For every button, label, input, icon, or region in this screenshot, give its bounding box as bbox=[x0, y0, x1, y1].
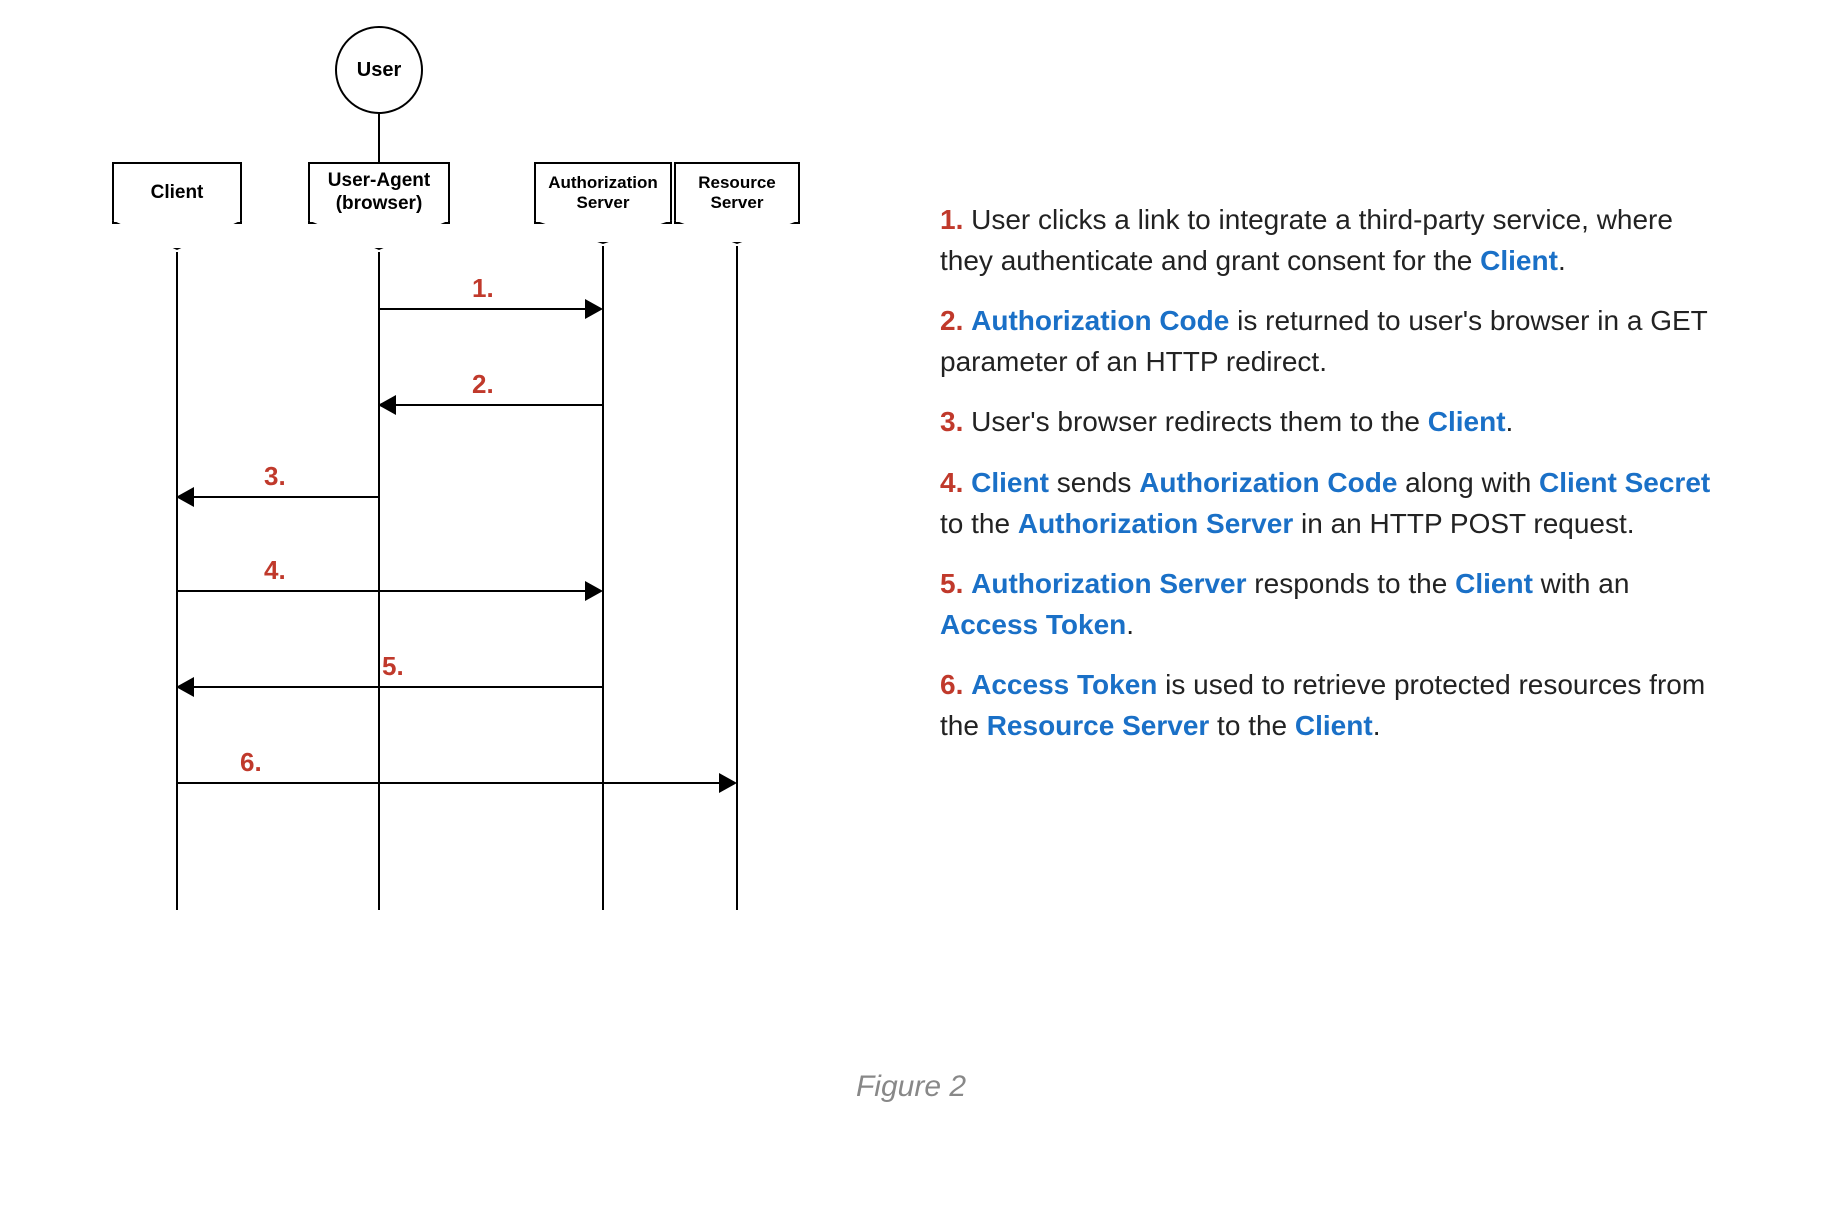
actor-user-stem bbox=[378, 114, 380, 162]
lifeline-user-agent bbox=[378, 252, 380, 910]
desc-2-num: 2. bbox=[940, 305, 963, 336]
arrow-step-5 bbox=[178, 686, 602, 688]
desc-2-authcode: Authorization Code bbox=[971, 305, 1229, 336]
desc-step-6: 6. Access Token is used to retrieve prot… bbox=[940, 665, 1722, 746]
step-3-label: 3. bbox=[264, 461, 286, 492]
resource-server-label-1: Resource bbox=[698, 173, 775, 193]
desc-1-num: 1. bbox=[940, 204, 963, 235]
desc-4-authcode: Authorization Code bbox=[1139, 467, 1397, 498]
desc-step-2: 2. Authorization Code is returned to use… bbox=[940, 301, 1722, 382]
resource-server-label-2: Server bbox=[698, 193, 775, 213]
arrow-step-6 bbox=[177, 782, 735, 784]
arrow-step-1 bbox=[379, 308, 601, 310]
desc-3-client: Client bbox=[1428, 406, 1506, 437]
desc-step-1: 1. User clicks a link to integrate a thi… bbox=[940, 200, 1722, 281]
desc-3-num: 3. bbox=[940, 406, 963, 437]
desc-6-num: 6. bbox=[940, 669, 963, 700]
user-agent-label-1: User-Agent bbox=[328, 170, 430, 193]
desc-5-authserver: Authorization Server bbox=[971, 568, 1246, 599]
description-panel: 1. User clicks a link to integrate a thi… bbox=[920, 20, 1782, 920]
desc-4-clientsecret: Client Secret bbox=[1539, 467, 1710, 498]
step-4-label: 4. bbox=[264, 555, 286, 586]
arrow-step-2 bbox=[380, 404, 602, 406]
lifeline-resource-server bbox=[736, 246, 738, 910]
desc-step-3: 3. User's browser redirects them to the … bbox=[940, 402, 1722, 443]
lifeline-client bbox=[176, 252, 178, 910]
lifeline-head-user-agent: User-Agent (browser) bbox=[308, 162, 450, 224]
step-5-label: 5. bbox=[382, 651, 404, 682]
desc-1-client: Client bbox=[1480, 245, 1558, 276]
figure-caption: Figure 2 bbox=[0, 1070, 1822, 1104]
lifeline-auth-server bbox=[602, 246, 604, 910]
lifeline-head-auth-server: Authorization Server bbox=[534, 162, 672, 224]
arrow-step-3 bbox=[178, 496, 378, 498]
desc-5-num: 5. bbox=[940, 568, 963, 599]
desc-5-accesstoken: Access Token bbox=[940, 609, 1126, 640]
step-6-label: 6. bbox=[240, 747, 262, 778]
client-label: Client bbox=[151, 182, 204, 205]
step-1-label: 1. bbox=[472, 273, 494, 304]
desc-6-resourceserver: Resource Server bbox=[987, 710, 1210, 741]
desc-step-4: 4. Client sends Authorization Code along… bbox=[940, 463, 1722, 544]
sequence-diagram: User Client User-Agent (browser) Authori… bbox=[40, 20, 920, 920]
desc-step-5: 5. Authorization Server responds to the … bbox=[940, 564, 1722, 645]
auth-server-label-1: Authorization bbox=[548, 173, 658, 193]
lifeline-head-client: Client bbox=[112, 162, 242, 224]
desc-6-client: Client bbox=[1295, 710, 1373, 741]
user-agent-label-2: (browser) bbox=[328, 193, 430, 216]
desc-6-accesstoken: Access Token bbox=[971, 669, 1157, 700]
step-2-label: 2. bbox=[472, 369, 494, 400]
desc-4-authserver: Authorization Server bbox=[1018, 508, 1293, 539]
lifeline-head-resource-server: Resource Server bbox=[674, 162, 800, 224]
desc-4-num: 4. bbox=[940, 467, 963, 498]
actor-user-label: User bbox=[357, 59, 401, 82]
auth-server-label-2: Server bbox=[548, 193, 658, 213]
desc-5-client: Client bbox=[1455, 568, 1533, 599]
arrow-step-4 bbox=[177, 590, 601, 592]
desc-4-client: Client bbox=[971, 467, 1049, 498]
actor-user: User bbox=[335, 26, 423, 114]
